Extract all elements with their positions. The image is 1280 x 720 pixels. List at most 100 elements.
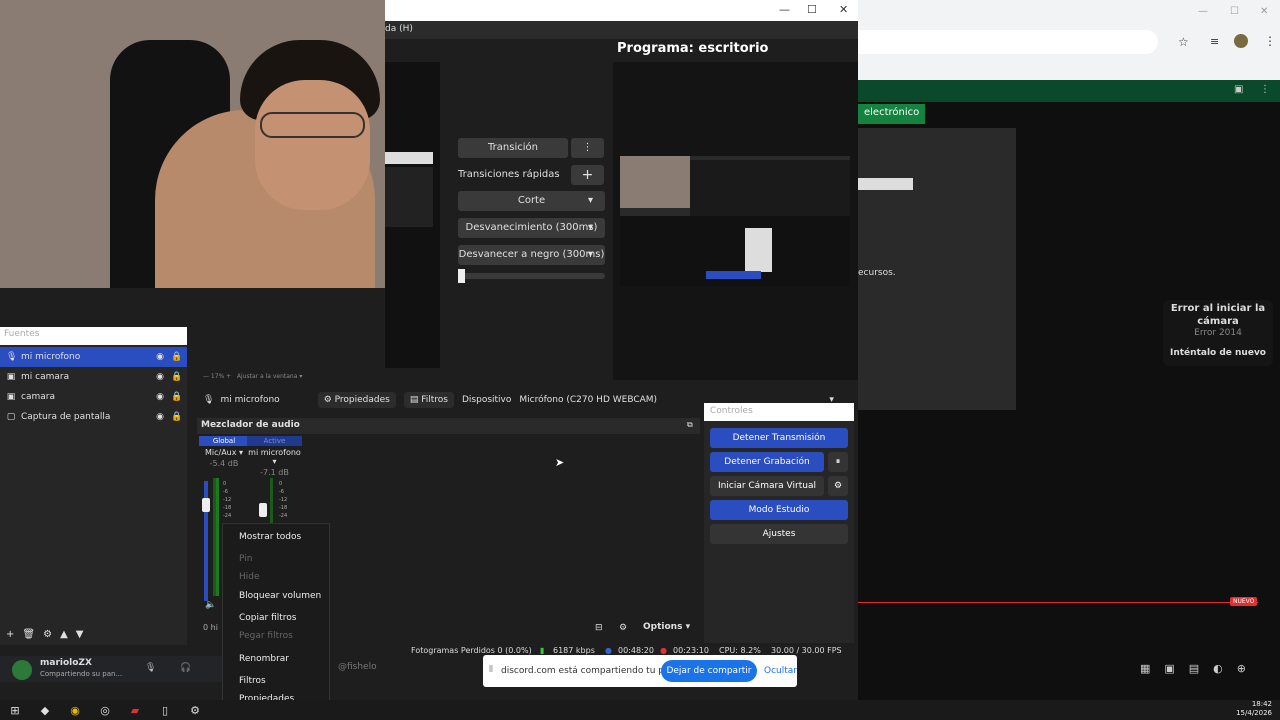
meter-scale: 0 -6 -12 -18 -24	[279, 481, 288, 519]
discord-voice-icons[interactable]: ▦▣▤◐⊕	[1140, 662, 1260, 675]
stop-stream-button[interactable]: Detener Transmisión	[710, 428, 848, 448]
profile-avatar[interactable]	[1234, 34, 1248, 48]
eye-icon[interactable]: ◉	[155, 412, 165, 422]
menu-icon[interactable]: ⋮	[1260, 84, 1270, 95]
chevron-down-icon: ▾	[587, 195, 593, 206]
transition-fade-black[interactable]: Desvanecer a negro (300ms) ▾	[458, 245, 605, 265]
app-red-icon[interactable]: ▰	[120, 704, 150, 717]
preview-canvas[interactable]	[385, 62, 440, 368]
filter-icon: ▤	[409, 395, 419, 405]
track-name[interactable]: Mic/Aux ▾	[199, 448, 249, 457]
lock-icon[interactable]: 🔒	[171, 392, 182, 402]
sources-toolbar: + 🗑 ⚙ ▲ ▼	[0, 625, 187, 643]
arrow-up-icon[interactable]: ▲	[60, 629, 68, 640]
avatar[interactable]	[12, 660, 32, 680]
add-icon[interactable]: +	[6, 629, 14, 640]
track-name[interactable]: mi microfono ▾	[247, 448, 302, 466]
bitrate: 6187 kbps	[553, 646, 595, 655]
properties-button[interactable]: ⚙ Propiedades	[317, 392, 396, 408]
source-item-camara[interactable]: ▣ camara ◉ 🔒	[0, 387, 187, 407]
mixer-tab-global[interactable]: Global	[199, 436, 249, 446]
trash-icon[interactable]: 🗑	[22, 629, 35, 640]
program-inner-window	[745, 228, 772, 272]
menu-item-filters[interactable]: Filtros	[239, 676, 266, 686]
tbar-knob[interactable]	[458, 269, 465, 283]
virtual-cam-button[interactable]: Iniciar Cámara Virtual	[710, 476, 824, 496]
settings-button[interactable]: Ajustes	[710, 524, 848, 544]
menu-help[interactable]: da (H)	[385, 24, 413, 34]
bookmark-star-icon[interactable]: ☆	[1178, 35, 1189, 49]
menu-item-show-all[interactable]: Mostrar todos	[239, 532, 301, 542]
media-icon[interactable]: ≡	[1210, 35, 1219, 48]
undock-icon[interactable]: ⧉	[687, 420, 693, 430]
mixer-tab-active[interactable]: Active	[247, 436, 302, 446]
eye-icon[interactable]: ◉	[155, 352, 165, 362]
mic-icon: 🎙	[203, 395, 215, 405]
tbar-slider[interactable]	[458, 269, 605, 283]
progress-line	[858, 602, 1258, 603]
source-item-mi-camara[interactable]: ▣ mi camara ◉ 🔒	[0, 367, 187, 387]
source-label: camara	[21, 392, 55, 402]
hide-banner-button[interactable]: Ocultar	[764, 666, 797, 676]
filters-button[interactable]: ▤ Filtros	[403, 392, 454, 408]
mic-icon[interactable]: 🎙	[145, 663, 156, 673]
lock-icon[interactable]: 🔒	[171, 412, 182, 422]
gear-icon[interactable]: ⚙	[43, 629, 52, 640]
settings-icon[interactable]: ⚙	[180, 704, 210, 717]
menu-item-rename[interactable]: Renombrar	[239, 654, 289, 664]
close-icon[interactable]: ✕	[839, 3, 848, 16]
transition-fade[interactable]: Desvanecimiento (300ms) ▾	[458, 218, 605, 238]
transition-menu-button[interactable]: ⋮	[571, 138, 604, 158]
advanced-audio-icon[interactable]: ⚙	[619, 623, 627, 633]
cast-icon[interactable]: ▣	[1234, 84, 1243, 95]
lock-icon[interactable]: 🔒	[171, 352, 182, 362]
mouse-cursor: ➤	[555, 456, 565, 469]
volume-knob-2[interactable]	[259, 503, 267, 517]
tab-tag[interactable]: electrónico	[858, 104, 926, 124]
more-menu-icon[interactable]: ⋮	[1264, 34, 1276, 48]
stop-sharing-button[interactable]: Dejar de compartir	[661, 660, 757, 682]
minimize-icon[interactable]: —	[779, 3, 790, 16]
windows-start-icon[interactable]: ⊞	[0, 704, 30, 717]
maximize-icon[interactable]: ☐	[807, 3, 817, 16]
camera-error-panel: Error al iniciar la cámara Error 2014 In…	[1163, 300, 1273, 366]
speaker-icon[interactable]: 🔈	[205, 600, 216, 610]
arrow-down-icon[interactable]: ▼	[76, 629, 84, 640]
eye-icon[interactable]: ◉	[155, 392, 165, 402]
track-db: -5.4 dB	[209, 459, 239, 468]
file-icon[interactable]: ▯	[150, 704, 180, 717]
volume-knob-1[interactable]	[202, 498, 210, 512]
menu-item-copy-filters[interactable]: Copiar filtros	[239, 613, 296, 623]
layout-icon[interactable]: ⊟	[595, 623, 603, 633]
studio-mode-button[interactable]: Modo Estudio	[710, 500, 848, 520]
stop-record-button[interactable]: Detener Grabación	[710, 452, 824, 472]
app-icon[interactable]: ◆	[30, 704, 60, 717]
close-icon[interactable]: ✕	[1260, 6, 1268, 17]
address-bar[interactable]	[858, 30, 1158, 54]
obs-icon[interactable]: ◎	[90, 704, 120, 717]
lock-icon[interactable]: 🔒	[171, 372, 182, 382]
menu-item-lock-volume[interactable]: Bloquear volumen	[239, 591, 321, 601]
chrome-icon[interactable]: ◉	[60, 704, 90, 717]
source-item-mi-microfono[interactable]: 🎙 mi microfono ◉ 🔒	[0, 347, 187, 367]
cpu-usage: CPU: 8.2%	[719, 646, 761, 655]
virtual-cam-settings-button[interactable]: ⚙	[828, 476, 848, 496]
minimize-icon[interactable]: —	[1198, 6, 1208, 17]
clock-date[interactable]: 15/4/2026	[1236, 709, 1272, 718]
pause-record-button[interactable]: ⏸	[828, 452, 848, 472]
add-quick-transition-button[interactable]: +	[571, 165, 604, 185]
eye-icon[interactable]: ◉	[155, 372, 165, 382]
retry-button[interactable]: Inténtalo de nuevo	[1163, 348, 1273, 358]
maximize-icon[interactable]: ☐	[1230, 6, 1239, 17]
clock-time[interactable]: 18:42	[1236, 700, 1272, 709]
transition-corte[interactable]: Corte ▾	[458, 191, 605, 211]
options-button[interactable]: Options ▾	[643, 622, 690, 632]
program-webcam-thumb	[620, 156, 690, 208]
error-title: Error al iniciar la cámara	[1170, 303, 1266, 327]
headphones-icon[interactable]: 🎧	[180, 663, 191, 673]
track-db: -7.1 dB	[260, 468, 289, 477]
discord-username: marioloZX	[40, 658, 92, 668]
fit-window-label[interactable]: Ajustar a la ventana	[237, 373, 298, 380]
source-item-captura[interactable]: ▢ Captura de pantalla ◉ 🔒	[0, 407, 187, 427]
transition-button[interactable]: Transición	[458, 138, 568, 158]
